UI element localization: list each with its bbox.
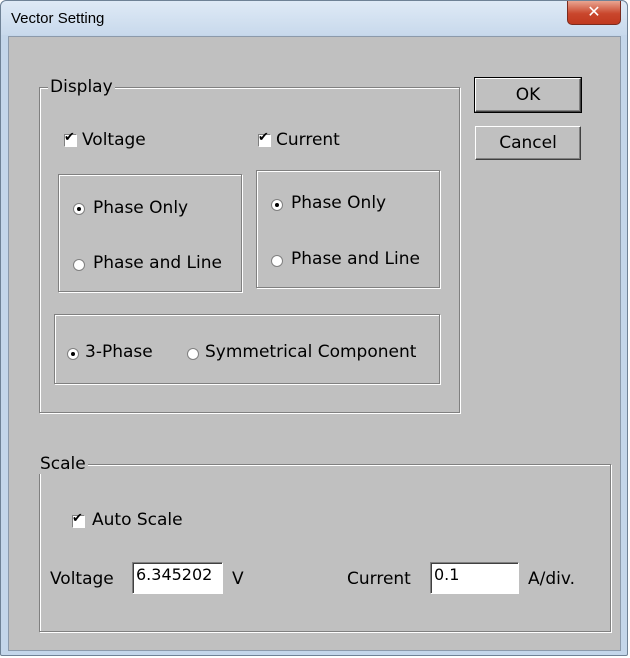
check-icon: ✔	[258, 130, 269, 145]
ok-button-label: OK	[515, 85, 541, 105]
voltage-mode-box: Phase Only Phase and Line	[58, 174, 242, 292]
check-icon: ✔	[64, 130, 75, 145]
voltage-checkbox[interactable]: ✔	[64, 130, 77, 147]
ok-button[interactable]: OK	[474, 77, 582, 113]
current-phase-and-line-label[interactable]: Phase and Line	[291, 249, 420, 269]
close-icon: ✕	[587, 2, 601, 21]
cancel-button[interactable]: Cancel	[475, 126, 581, 160]
symmetrical-component-radio[interactable]	[187, 348, 199, 360]
current-checkbox[interactable]: ✔	[258, 130, 271, 147]
dialog-client-area: Display ✔ Voltage ✔ Current Phase Only P…	[8, 36, 621, 651]
voltage-unit-label: V	[232, 569, 244, 589]
auto-scale-label[interactable]: Auto Scale	[92, 510, 183, 530]
close-button[interactable]: ✕	[567, 1, 621, 25]
current-unit-label: A/div.	[528, 569, 576, 589]
voltage-checkbox-label[interactable]: Voltage	[82, 130, 146, 150]
voltage-phase-and-line-label[interactable]: Phase and Line	[93, 253, 222, 273]
display-group: Display ✔ Voltage ✔ Current Phase Only P…	[39, 77, 460, 413]
current-mode-box: Phase Only Phase and Line	[256, 170, 440, 288]
current-phase-only-label[interactable]: Phase Only	[291, 193, 386, 213]
title-bar[interactable]: Vector Setting ✕	[1, 1, 627, 35]
voltage-scale-input[interactable]: 6.345202	[132, 562, 223, 594]
voltage-phase-only-label[interactable]: Phase Only	[93, 198, 188, 218]
three-phase-label[interactable]: 3-Phase	[85, 342, 153, 362]
scale-group: Scale ✔ Auto Scale Voltage 6.345202 V Cu…	[38, 454, 611, 632]
current-phase-only-radio[interactable]	[271, 199, 283, 211]
component-mode-box: 3-Phase Symmetrical Component	[54, 314, 440, 384]
symmetrical-component-label[interactable]: Symmetrical Component	[205, 342, 416, 362]
voltage-phase-only-radio[interactable]	[73, 203, 85, 215]
voltage-phase-and-line-radio[interactable]	[73, 259, 85, 271]
current-checkbox-label[interactable]: Current	[276, 130, 340, 150]
display-group-legend: Display	[48, 77, 115, 97]
vector-setting-dialog: Vector Setting ✕ Display ✔ Voltage ✔ Cur…	[0, 0, 628, 656]
check-icon: ✔	[72, 511, 83, 526]
current-phase-and-line-radio[interactable]	[271, 255, 283, 267]
window-title: Vector Setting	[11, 10, 105, 27]
cancel-button-label: Cancel	[499, 133, 557, 153]
three-phase-radio[interactable]	[67, 348, 79, 360]
auto-scale-checkbox[interactable]: ✔	[72, 511, 85, 528]
voltage-scale-label: Voltage	[50, 569, 114, 589]
scale-group-legend: Scale	[38, 454, 88, 474]
current-scale-input[interactable]: 0.1	[430, 562, 519, 594]
current-scale-label: Current	[347, 569, 411, 589]
